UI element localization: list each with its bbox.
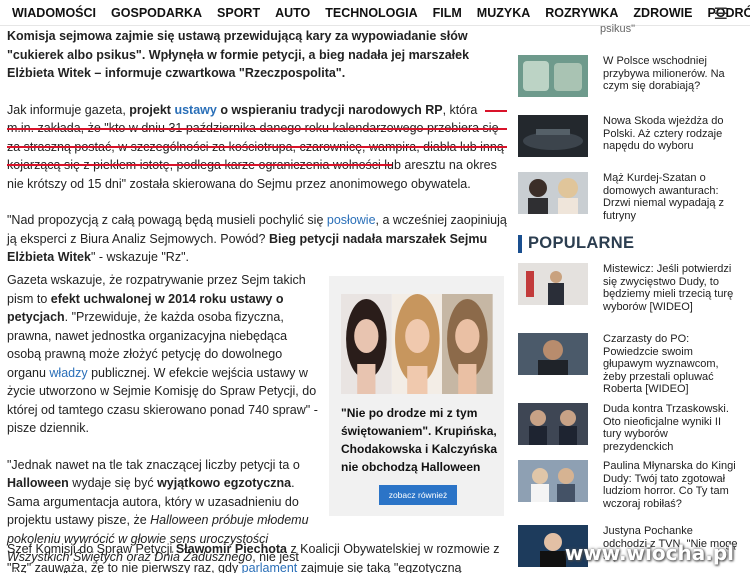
watermark: www.wiocha.pl xyxy=(564,541,734,565)
sidebar-item-title[interactable]: Nowa Skoda wjeżdża do Polski. Aż cztery … xyxy=(603,115,738,153)
popular-item-title[interactable]: Duda kontra Trzaskowski. Oto nieoficjaln… xyxy=(603,403,738,453)
text-segment: Szef Komisji do Spraw Petycji xyxy=(7,542,176,556)
popular-item-title[interactable]: Mistewicz: Jeśli potwierdzi się zwycięst… xyxy=(603,263,738,313)
text-segment: "Jednak nawet na tle tak znaczącej liczb… xyxy=(7,457,300,472)
popular-accent-bar xyxy=(518,235,522,253)
popular-item-title[interactable]: Paulina Młynarska do Kingi Dudy: Twój ta… xyxy=(603,460,738,510)
link-parlament[interactable]: parlament xyxy=(242,561,298,573)
money-thumbnail xyxy=(518,55,588,97)
link-poslowie[interactable]: posłowie xyxy=(327,213,376,227)
text-segment: projekt xyxy=(129,102,175,117)
text-segment: o wspieraniu tradycji narodowych RP xyxy=(216,102,443,117)
link-ustawy[interactable]: ustawy xyxy=(174,103,216,117)
related-article-title[interactable]: "Nie po drodze mi z tym świętowaniem". K… xyxy=(341,404,501,476)
politician-thumbnail xyxy=(518,263,588,305)
article-paragraph: "Nad propozycją z całą powagą będą musie… xyxy=(7,211,507,267)
car-thumbnail xyxy=(518,115,588,157)
highlight-underline xyxy=(485,110,507,112)
highlight-underline xyxy=(7,128,507,130)
sidebar-item-title[interactable]: W Polsce wschodniej przybywa milionerów.… xyxy=(603,55,738,93)
see-also-button[interactable]: zobacz również xyxy=(379,485,457,505)
portrait-image xyxy=(341,294,392,394)
article-paragraph: Szef Komisji do Spraw Petycji Sławomir P… xyxy=(7,540,507,573)
nav-item-auto[interactable]: AUTO xyxy=(275,6,310,20)
article-paragraph: Gazeta wskazuje, że rozpatrywanie przez … xyxy=(7,271,322,438)
sidebar-fragment[interactable]: psikus" xyxy=(600,23,735,36)
article-narrow-column: Gazeta wskazuje, że rozpatrywanie przez … xyxy=(7,271,322,573)
text-segment: wyjątkowo egzotyczna xyxy=(157,476,292,490)
link-wladzy[interactable]: władzy xyxy=(49,366,87,380)
sidebar: psikus" W Polsce wschodniej przybywa mil… xyxy=(515,0,750,573)
sidebar-item-title[interactable]: Mąż Kurdej-Szatan o domowych awanturach:… xyxy=(603,172,738,222)
text-segment: "Nad propozycją z całą powagą będą musie… xyxy=(7,213,327,227)
portrait-image xyxy=(442,294,494,394)
highlight-underline xyxy=(7,146,507,148)
text-segment: Halloween xyxy=(7,476,69,490)
related-article-box[interactable]: "Nie po drodze mi z tym świętowaniem". K… xyxy=(329,276,504,516)
popular-heading: POPULARNE xyxy=(528,234,635,252)
text-segment: " - wskazuje "Rz". xyxy=(90,250,189,264)
nav-item-sport[interactable]: SPORT xyxy=(217,6,260,20)
nav-item-film[interactable]: FILM xyxy=(433,6,462,20)
portrait-image xyxy=(391,294,443,394)
related-article-image[interactable] xyxy=(341,294,494,394)
politicians-thumbnail xyxy=(518,403,588,445)
text-segment: wydaje się być xyxy=(68,476,158,490)
article-bottom: Szef Komisji do Spraw Petycji Sławomir P… xyxy=(7,540,507,573)
text-segment: Sławomir Piechota xyxy=(175,542,287,556)
highlight-underline xyxy=(7,164,392,166)
people-thumbnail xyxy=(518,460,588,502)
nav-item-wiadomosci[interactable]: WIADOMOŚCI xyxy=(12,6,96,20)
nav-item-technologia[interactable]: TECHNOLOGIA xyxy=(325,6,417,20)
popular-item-title[interactable]: Czarzasty do PO: Powiedzcie swoim głupaw… xyxy=(603,333,738,396)
nav-item-gospodarka[interactable]: GOSPODARKA xyxy=(111,6,202,20)
couple-thumbnail xyxy=(518,172,588,214)
article-lead: Komisja sejmowa zajmie się ustawą przewi… xyxy=(7,29,470,80)
politician-thumbnail xyxy=(518,333,588,375)
text-segment: Jak informuje gazeta, xyxy=(7,102,130,117)
